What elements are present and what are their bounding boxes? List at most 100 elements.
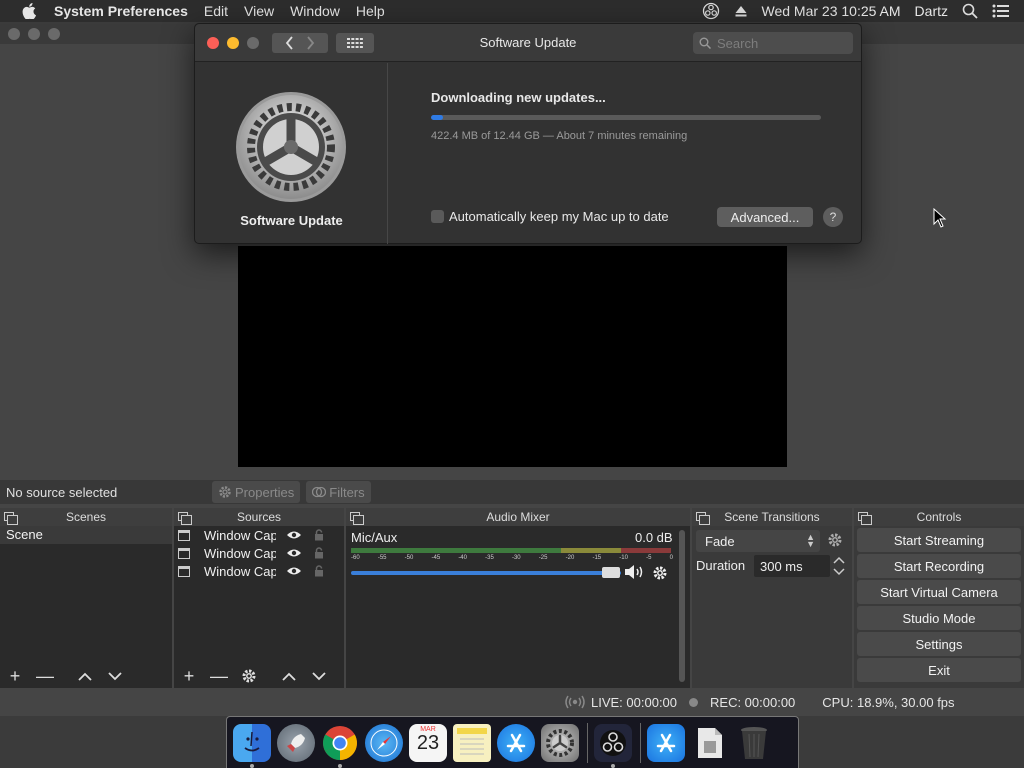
sources-panel: Sources Window Capture Window Capture Wi… [174,508,344,688]
search-field[interactable]: Search [693,32,853,54]
spotlight-search-icon[interactable] [962,3,978,19]
undock-icon[interactable] [178,512,192,525]
notes-icon[interactable] [453,723,491,762]
file-icon[interactable] [691,724,729,762]
filters-button[interactable]: Filters [306,481,371,503]
meter-tick: -55 [377,555,387,561]
lock-icon[interactable] [314,529,324,541]
studio-mode-button[interactable]: Studio Mode [857,606,1021,630]
eye-icon[interactable] [286,566,302,576]
mixer-scrollbar[interactable] [679,530,685,682]
chevron-up-icon [282,672,296,681]
menu-help[interactable]: Help [356,3,385,19]
obs-close-button[interactable] [8,28,20,40]
audio-mixer-panel: Audio Mixer Mic/Aux 0.0 dB -60 -55 -50 -… [346,508,690,688]
properties-button[interactable]: Properties [212,481,301,503]
meter-tick: -60 [351,555,360,561]
auto-update-checkbox[interactable] [431,210,444,223]
scene-item[interactable]: Scene [0,526,172,544]
lock-icon[interactable] [314,547,324,559]
add-source-button[interactable]: + [174,664,204,688]
download-progress-bar [431,115,821,120]
running-indicator [611,763,615,768]
source-properties-button[interactable] [234,664,264,688]
launchpad-icon[interactable] [277,723,315,762]
help-button[interactable]: ? [823,207,843,227]
move-scene-up-button[interactable] [70,664,100,688]
settings-button[interactable]: Settings [857,632,1021,656]
source-item[interactable]: Window Capture [174,562,344,580]
su-sidebar: Software Update [195,63,388,244]
menu-app-name[interactable]: System Preferences [54,3,188,19]
move-source-up-button[interactable] [274,664,304,688]
audio-mixer-title: Audio Mixer [486,510,550,524]
auto-update-label: Automatically keep my Mac up to date [449,209,669,224]
menu-user[interactable]: Dartz [915,3,948,19]
auto-update-option[interactable]: Automatically keep my Mac up to date [431,209,669,224]
eye-icon[interactable] [286,548,302,558]
obs-minimize-button[interactable] [28,28,40,40]
finder-icon[interactable] [233,723,271,768]
app-store-icon[interactable] [497,723,535,762]
su-content: Downloading new updates... 422.4 MB of 1… [389,63,862,244]
gear-icon [242,669,256,683]
duration-input[interactable]: 300 ms [754,555,830,577]
gear-icon[interactable] [827,532,843,548]
source-item[interactable]: Window Capture [174,526,344,544]
exit-button[interactable]: Exit [857,658,1021,682]
undock-icon[interactable] [696,512,710,525]
start-virtual-camera-button[interactable]: Start Virtual Camera [857,580,1021,604]
menu-clock[interactable]: Wed Mar 23 10:25 AM [762,3,901,19]
obs-preview-canvas[interactable] [238,246,787,467]
duration-stepper[interactable] [832,555,846,577]
move-scene-down-button[interactable] [100,664,130,688]
menu-window[interactable]: Window [290,3,340,19]
dock-separator [640,722,641,763]
volume-slider-track[interactable] [351,571,621,575]
trash-icon[interactable] [735,724,773,762]
apple-menu-icon[interactable] [20,0,38,22]
menu-edit[interactable]: Edit [204,3,228,19]
chevron-up-icon [833,556,845,564]
meter-tick: -5 [646,555,652,561]
calendar-icon[interactable]: MAR 23 [409,723,447,762]
speaker-icon[interactable] [624,564,646,580]
sources-title: Sources [236,510,282,524]
add-scene-button[interactable]: + [0,664,30,688]
notification-center-icon[interactable] [992,4,1010,18]
obs-status-icon[interactable] [702,2,720,20]
system-preferences-icon[interactable] [541,723,579,762]
chrome-icon[interactable] [321,724,359,768]
undock-icon[interactable] [858,512,872,525]
volume-slider-handle[interactable] [602,567,620,578]
app-store-download-icon[interactable] [647,723,685,762]
filters-label: Filters [329,484,365,500]
lock-icon[interactable] [314,565,324,577]
channel-name: Mic/Aux [351,530,398,545]
remove-source-button[interactable]: — [204,664,234,688]
obs-status-bar: LIVE: 00:00:00 REC: 00:00:00 CPU: 18.9%,… [0,688,1024,716]
safari-icon[interactable] [365,723,403,762]
undock-icon[interactable] [350,512,364,525]
start-recording-button[interactable]: Start Recording [857,554,1021,578]
source-label: Window Capture [204,545,276,561]
mic-aux-channel: Mic/Aux 0.0 dB -60 -55 -50 -45 -40 -35 -… [346,526,690,586]
eject-icon[interactable] [734,4,748,18]
start-streaming-button[interactable]: Start Streaming [857,528,1021,552]
chevron-up-icon [78,672,92,681]
obs-zoom-button[interactable] [48,28,60,40]
remove-scene-button[interactable]: — [30,664,60,688]
transition-select[interactable]: Fade ▲ ▼ [696,530,820,552]
source-item[interactable]: Window Capture [174,544,344,562]
search-placeholder: Search [717,35,759,51]
gear-icon[interactable] [652,565,668,581]
menu-view[interactable]: View [244,3,274,19]
scene-transitions-panel: Scene Transitions Fade ▲ ▼ Duration 300 m… [692,508,852,688]
obs-icon[interactable] [594,723,632,768]
undock-icon[interactable] [4,512,18,525]
live-timer: LIVE: 00:00:00 [591,694,678,710]
eye-icon[interactable] [286,530,302,540]
search-icon [699,37,711,49]
advanced-button[interactable]: Advanced... [717,207,813,227]
move-source-down-button[interactable] [304,664,334,688]
